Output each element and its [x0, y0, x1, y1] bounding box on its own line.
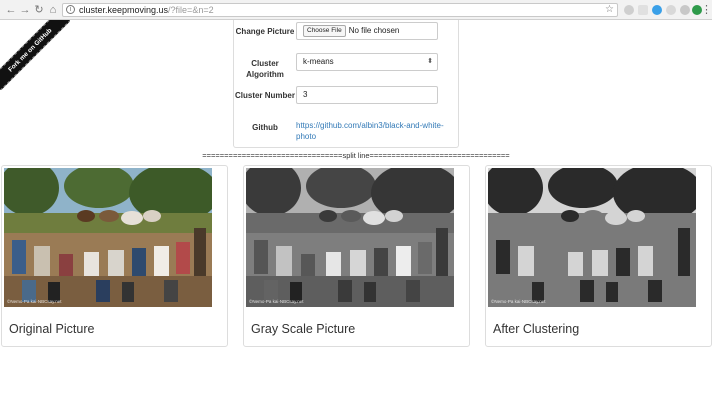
- fork-ribbon-label[interactable]: Fork me on GitHub: [0, 20, 70, 90]
- extension-icon[interactable]: [652, 5, 662, 15]
- github-link[interactable]: https://github.com/albin3/black-and-whit…: [296, 120, 446, 142]
- change-picture-label: Change Picture: [235, 27, 295, 36]
- extension-icon[interactable]: [666, 5, 676, 15]
- back-arrow-icon[interactable]: ←: [4, 3, 18, 17]
- gray-scale-photo: ©Nemo·Pa kai·NBCsay.net: [246, 168, 454, 307]
- home-icon[interactable]: ⌂: [46, 3, 60, 17]
- reload-icon[interactable]: ↻: [32, 3, 46, 17]
- cluster-algorithm-value: k-means: [303, 57, 334, 66]
- clustered-photo: ©Nemo·Pa kai·NBCsay.net: [488, 168, 696, 307]
- original-picture-card: ©Nemo·Pa kai·NBCsay.net Original Picture: [1, 165, 228, 347]
- photo-watermark: ©Nemo·Pa kai·NBCsay.net: [7, 299, 62, 304]
- address-bar[interactable]: i cluster.keepmoving.us/?file=&n=2 ☆: [62, 3, 618, 17]
- photo-watermark: ©Nemo·Pa kai·NBCsay.net: [491, 299, 546, 304]
- cluster-number-input[interactable]: 3: [296, 86, 438, 104]
- original-photo: ©Nemo·Pa kai·NBCsay.net: [4, 168, 212, 307]
- url-host: cluster.keepmoving.us: [79, 5, 169, 15]
- fork-ribbon[interactable]: Fork me on GitHub: [0, 20, 70, 90]
- extension-icon[interactable]: [680, 5, 690, 15]
- file-input[interactable]: Choose File No file chosen: [296, 22, 438, 40]
- select-arrows-icon: ⬍: [427, 58, 433, 65]
- extension-icon[interactable]: [624, 5, 634, 15]
- choose-file-button[interactable]: Choose File: [303, 24, 346, 37]
- cluster-algorithm-label: Cluster Algorithm: [246, 59, 284, 79]
- menu-icon[interactable]: ⋮: [701, 3, 712, 17]
- extension-icon[interactable]: [638, 5, 648, 15]
- gray-scale-picture-card: ©Nemo·Pa kai·NBCsay.net Gray Scale Pictu…: [243, 165, 470, 347]
- url-query: /?file=&n=2: [168, 5, 214, 15]
- after-clustering-card: ©Nemo·Pa kai·NBCsay.net After Clustering: [485, 165, 712, 347]
- cluster-number-label: Cluster Number: [234, 91, 295, 100]
- cluster-algorithm-select[interactable]: k-means ⬍: [296, 53, 438, 71]
- bookmark-star-icon[interactable]: ☆: [605, 4, 614, 16]
- github-label: Github: [252, 123, 278, 132]
- info-icon[interactable]: i: [66, 5, 75, 14]
- split-line: ================================split li…: [202, 151, 510, 160]
- photo-watermark: ©Nemo·Pa kai·NBCsay.net: [249, 299, 304, 304]
- browser-toolbar: ← → ↻ ⌂ i cluster.keepmoving.us/?file=&n…: [0, 0, 712, 20]
- card-title: Gray Scale Picture: [251, 322, 356, 336]
- settings-form: Change Picture Choose File No file chosen…: [233, 20, 459, 148]
- card-title: Original Picture: [9, 322, 95, 336]
- file-status: No file chosen: [348, 26, 400, 35]
- card-title: After Clustering: [493, 322, 580, 336]
- forward-arrow-icon[interactable]: →: [18, 3, 32, 17]
